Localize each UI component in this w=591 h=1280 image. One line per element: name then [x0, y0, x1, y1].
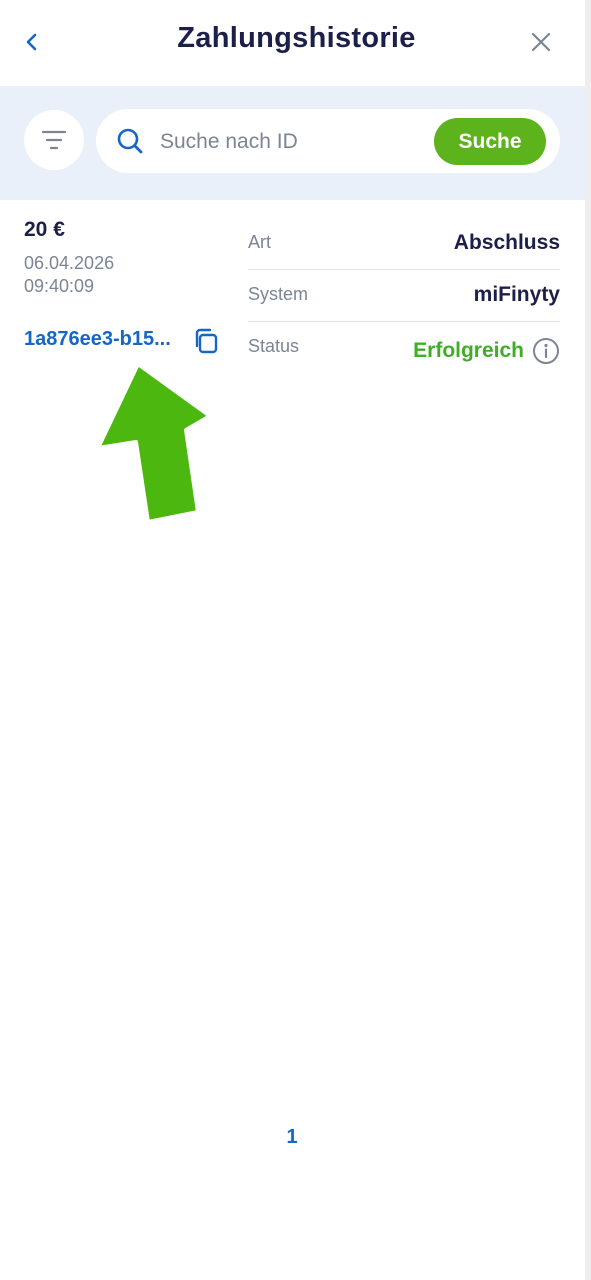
transaction-id-row: 1a876ee3-b15...	[24, 326, 224, 358]
info-icon	[533, 338, 559, 364]
detail-row-status: Status Erfolgreich	[248, 322, 560, 373]
detail-label: System	[248, 284, 309, 304]
transaction-amount: 20 €	[24, 218, 65, 241]
status-badge: Erfolgreich	[413, 339, 524, 362]
search-button[interactable]: Suche	[434, 118, 546, 165]
header: Zahlungshistorie	[0, 0, 585, 86]
scrollbar[interactable]	[585, 0, 591, 1280]
search-box: Suche	[96, 109, 560, 173]
transaction-time: 09:40:09	[24, 276, 95, 296]
detail-label: Art	[248, 232, 272, 252]
search-icon	[117, 128, 143, 154]
transaction-id-link[interactable]: 1a876ee3-b15...	[24, 328, 171, 351]
close-button[interactable]	[525, 26, 557, 58]
detail-value: miFinyty	[473, 283, 560, 306]
pagination-page-1[interactable]: 1	[280, 1126, 304, 1149]
filter-button[interactable]	[24, 110, 84, 170]
copy-id-button[interactable]	[191, 326, 221, 356]
green-arrow-icon	[96, 362, 212, 524]
search-input[interactable]	[158, 123, 422, 161]
detail-value: Abschluss	[453, 231, 560, 254]
filter-icon	[41, 130, 67, 150]
detail-row-system: System miFinyty	[248, 270, 560, 322]
status-info-button[interactable]	[532, 337, 560, 365]
copy-icon	[195, 328, 218, 354]
detail-row-type: Art Abschluss	[248, 218, 560, 270]
close-icon	[531, 32, 551, 52]
transaction-summary: 20 € 06.04.2026 09:40:09	[24, 218, 234, 298]
transaction-details: Art Abschluss System miFinyty Status Erf…	[248, 218, 560, 373]
detail-label: Status	[248, 336, 300, 356]
search-bar-area: Suche	[0, 86, 585, 200]
page-title: Zahlungshistorie	[177, 22, 416, 54]
transaction-date: 06.04.2026	[24, 253, 115, 273]
